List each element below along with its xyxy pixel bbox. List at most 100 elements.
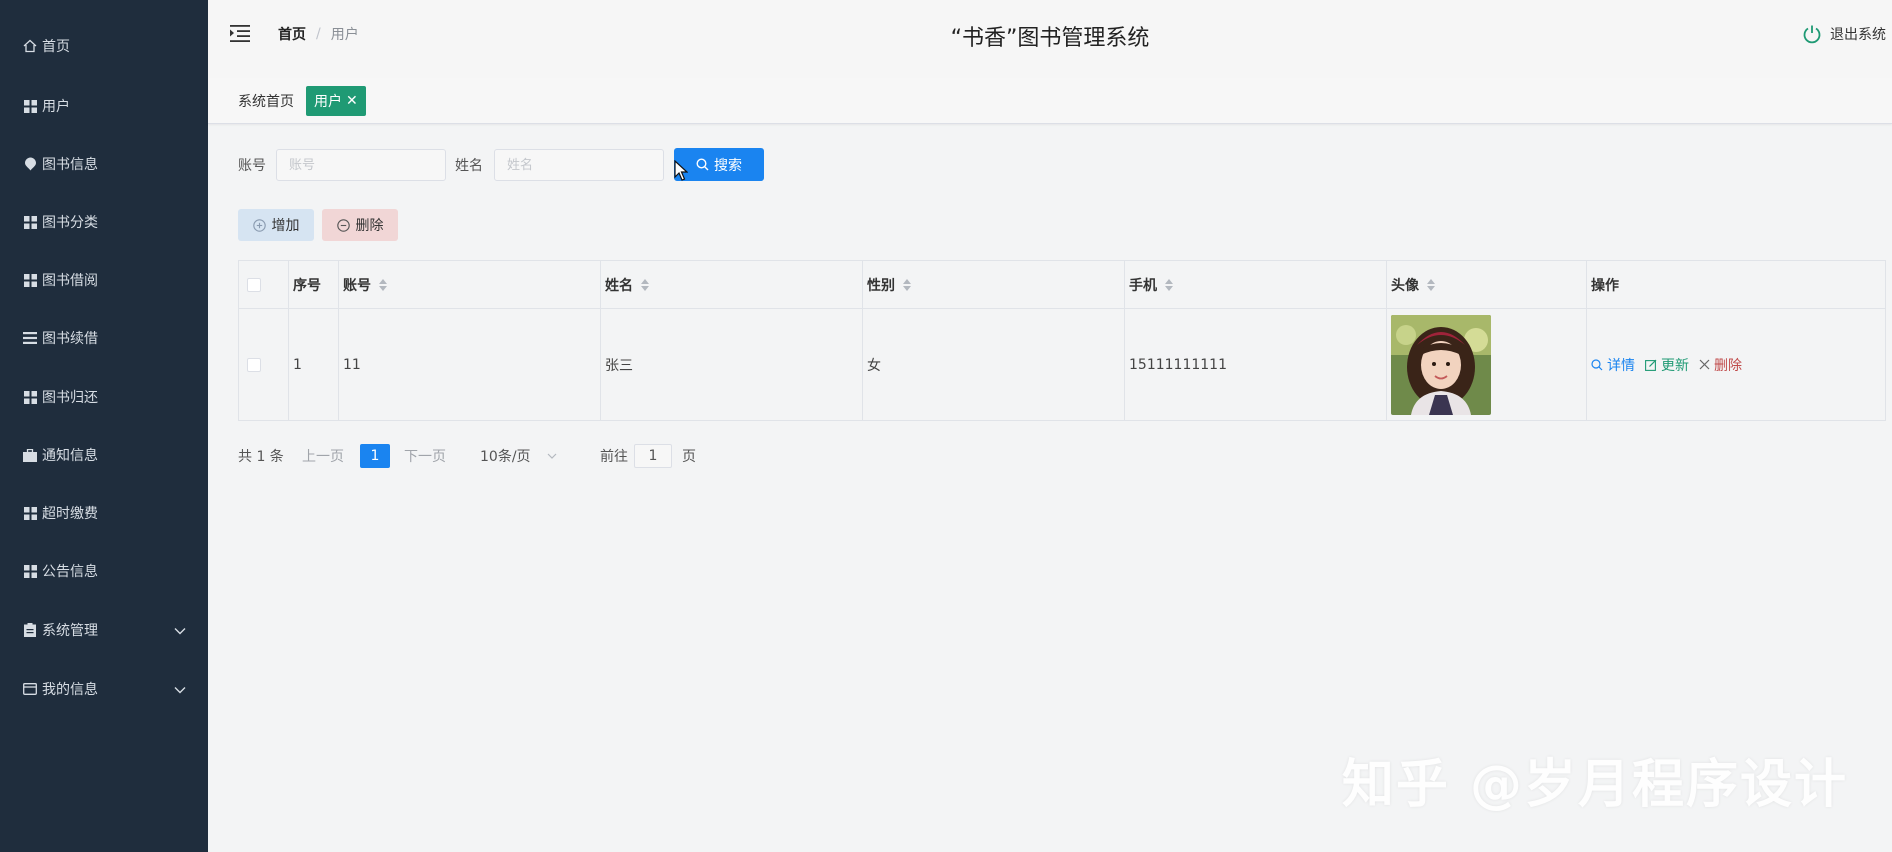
- page-suffix-label: 页: [682, 449, 696, 465]
- column-header[interactable]: 账号: [339, 261, 601, 308]
- sidebar-item-my-info[interactable]: 我的信息: [0, 669, 208, 709]
- goto-page-input[interactable]: 1: [634, 444, 672, 468]
- column-header-label: 姓名: [605, 277, 633, 294]
- update-button[interactable]: 更新: [1645, 355, 1689, 375]
- close-icon: [1699, 359, 1710, 370]
- table-row: 1 11 张三 女 15111111111 详情 更新 删除: [239, 309, 1885, 420]
- pagination: 共 1 条 上一页 1 下一页 10条/页 前往 1 页: [238, 442, 738, 470]
- tag-label: 用户: [314, 94, 342, 110]
- tags-view-bar: 系统首页 用户 ✕: [208, 78, 1892, 124]
- plus-circle-icon: [252, 218, 266, 232]
- minus-circle-icon: [336, 218, 350, 232]
- name-search-input[interactable]: [494, 149, 664, 181]
- sort-icon[interactable]: [1427, 278, 1435, 291]
- sidebar-item-announcement[interactable]: 公告信息: [0, 551, 208, 591]
- sidebar-item-book-info[interactable]: 图书信息: [0, 144, 208, 184]
- pin-icon: [22, 156, 38, 172]
- column-header-label: 账号: [343, 277, 371, 294]
- page-size-value: 10条/页: [480, 449, 531, 465]
- logout-label: 退出系统: [1830, 27, 1886, 43]
- row-delete-label: 删除: [1714, 357, 1742, 374]
- sidebar-item-home[interactable]: 首页: [0, 26, 208, 66]
- row-delete-button[interactable]: 删除: [1699, 355, 1742, 375]
- column-header[interactable]: 头像: [1387, 261, 1587, 308]
- account-search-input[interactable]: [276, 149, 446, 181]
- sidebar-item-system-admin[interactable]: 系统管理: [0, 610, 208, 650]
- select-all-checkbox[interactable]: [247, 277, 261, 292]
- grid-icon: [22, 505, 38, 521]
- tag-users-active[interactable]: 用户 ✕: [306, 86, 366, 116]
- cell-avatar: [1387, 309, 1587, 420]
- chevron-down-icon: [174, 682, 186, 698]
- add-button[interactable]: 增加: [238, 209, 314, 241]
- sidebar-item-overdue-fee[interactable]: 超时缴费: [0, 493, 208, 533]
- tag-label: 系统首页: [238, 94, 294, 110]
- sort-icon[interactable]: [1165, 278, 1173, 291]
- update-label: 更新: [1661, 357, 1689, 374]
- grid-icon: [22, 389, 38, 405]
- sidebar-item-label: 我的信息: [42, 682, 98, 698]
- avatar: [1391, 314, 1491, 415]
- column-header[interactable]: 性别: [863, 261, 1125, 308]
- page-size-select[interactable]: 10条/页: [480, 442, 557, 470]
- power-icon: [1803, 25, 1821, 44]
- batch-delete-button[interactable]: 删除: [322, 209, 398, 241]
- table-header-row: 序号 账号 姓名 性别 手机 头像 操作: [239, 261, 1885, 309]
- grid-icon: [22, 563, 38, 579]
- page-number-current[interactable]: 1: [360, 444, 390, 468]
- pagination-total: 共 1 条: [238, 449, 284, 465]
- sidebar-item-notice[interactable]: 通知信息: [0, 435, 208, 475]
- detail-label: 详情: [1607, 357, 1635, 374]
- top-header: 首页 / 用户 “书香”图书管理系统 退出系统: [208, 0, 1892, 78]
- clipboard-icon: [22, 622, 38, 638]
- sidebar-item-book-renew[interactable]: 图书续借: [0, 318, 208, 358]
- sidebar-item-book-return[interactable]: 图书归还: [0, 377, 208, 417]
- column-header-label: 头像: [1391, 277, 1419, 294]
- add-button-label: 增加: [271, 218, 300, 234]
- column-header[interactable]: 姓名: [601, 261, 863, 308]
- home-icon: [22, 38, 38, 54]
- column-header-label: 序号: [293, 277, 321, 294]
- mouse-cursor-icon: [674, 160, 688, 181]
- sidebar: 首页 用户 图书信息 图书分类 图书借阅 图书续借 图书归还 通知信息 超时缴费…: [0, 0, 208, 852]
- briefcase-icon: [22, 447, 38, 463]
- sidebar-item-label: 系统管理: [42, 623, 98, 639]
- sort-icon[interactable]: [641, 278, 649, 291]
- goto-label: 前往: [600, 449, 628, 465]
- users-table: 序号 账号 姓名 性别 手机 头像 操作 1 11 张三 女 151111111…: [238, 260, 1886, 421]
- search-button-label: 搜索: [714, 157, 742, 174]
- cell-phone: 15111111111: [1125, 309, 1387, 420]
- sidebar-item-label: 超时缴费: [42, 506, 98, 522]
- grid-icon: [22, 214, 38, 230]
- column-header: 序号: [289, 261, 339, 308]
- sidebar-item-users[interactable]: 用户: [0, 86, 208, 126]
- column-header-label: 操作: [1591, 277, 1619, 294]
- tag-system-home[interactable]: 系统首页: [238, 86, 294, 116]
- column-header-label: 手机: [1129, 277, 1157, 294]
- prev-page-button[interactable]: 上一页: [302, 442, 344, 470]
- account-label: 账号: [238, 158, 266, 174]
- close-icon[interactable]: ✕: [346, 93, 358, 109]
- sidebar-item-label: 图书信息: [42, 157, 98, 173]
- delete-button-label: 删除: [355, 218, 384, 234]
- sidebar-item-label: 图书续借: [42, 331, 98, 347]
- detail-button[interactable]: 详情: [1591, 355, 1635, 375]
- sidebar-item-label: 公告信息: [42, 564, 98, 580]
- row-select: [239, 309, 289, 420]
- column-header[interactable]: 手机: [1125, 261, 1387, 308]
- sort-icon[interactable]: [379, 278, 387, 291]
- row-checkbox[interactable]: [247, 357, 261, 372]
- cell-name: 张三: [601, 309, 863, 420]
- page-title: “书香”图书管理系统: [950, 26, 1150, 51]
- next-page-button[interactable]: 下一页: [404, 442, 446, 470]
- edit-icon: [1645, 359, 1657, 371]
- search-icon: [1591, 358, 1603, 370]
- sidebar-item-book-borrow[interactable]: 图书借阅: [0, 260, 208, 300]
- grid-icon: [22, 98, 38, 114]
- sort-icon[interactable]: [903, 278, 911, 291]
- cell-gender: 女: [863, 309, 1125, 420]
- logout-button[interactable]: 退出系统: [1802, 24, 1886, 44]
- sidebar-item-label: 图书归还: [42, 390, 98, 406]
- sidebar-item-book-category[interactable]: 图书分类: [0, 202, 208, 242]
- wallet-icon: [22, 681, 38, 697]
